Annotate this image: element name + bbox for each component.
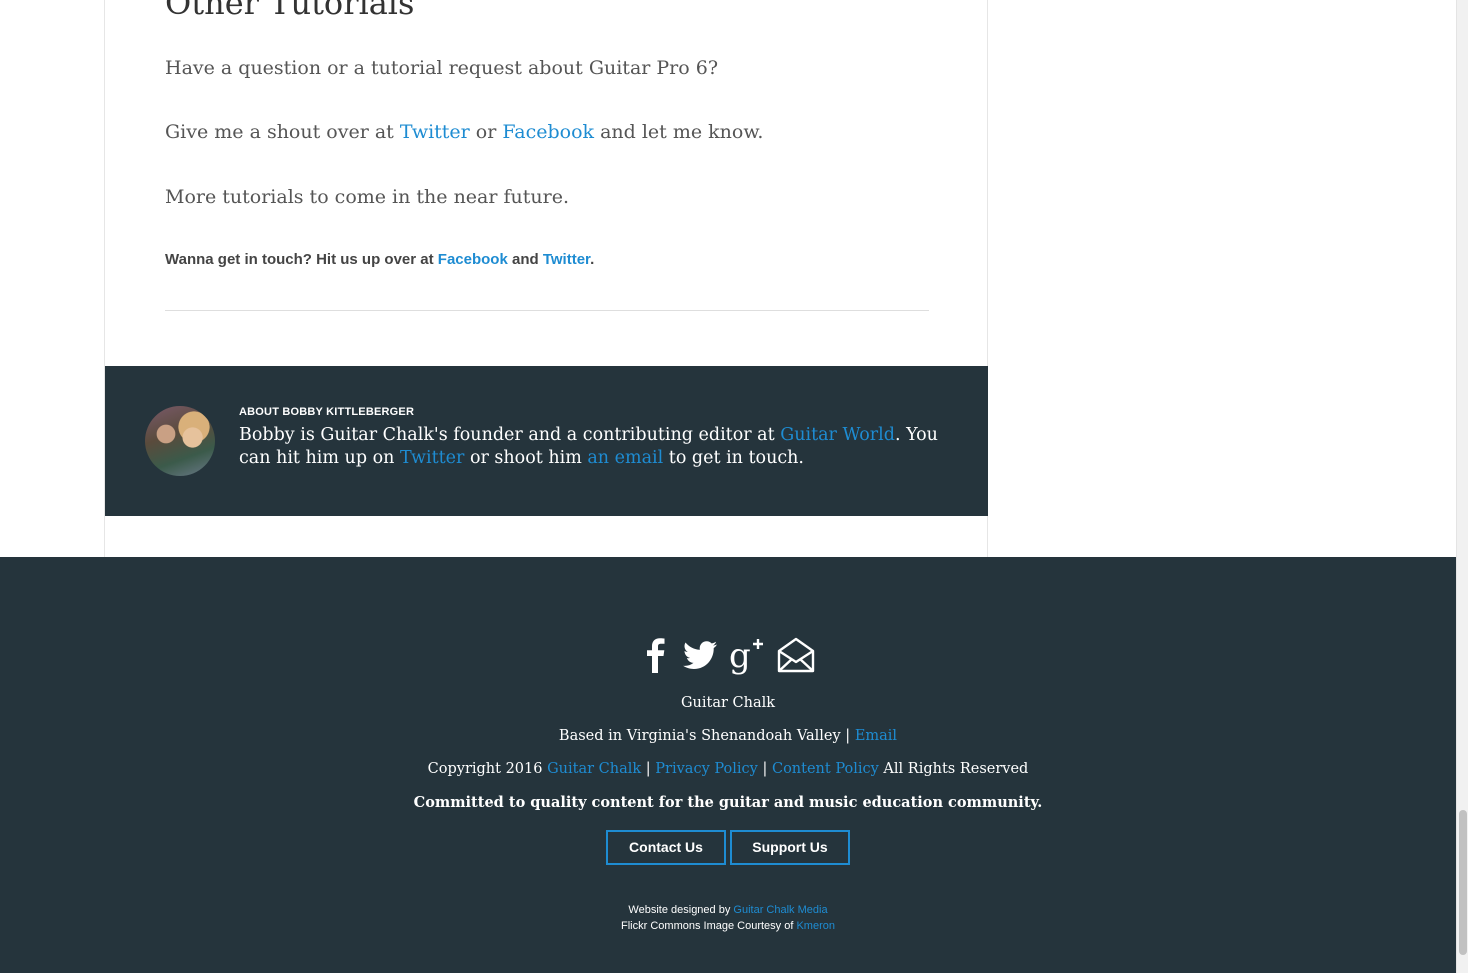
design-credit: Website designed by Guitar Chalk Media [628,904,828,916]
footer-email-link[interactable]: Email [855,728,897,744]
content-policy-link[interactable]: Content Policy [772,761,879,777]
contact-us-button[interactable]: Contact Us [606,830,726,865]
touch-twitter-link[interactable]: Twitter [543,251,590,268]
footer-site-name: Guitar Chalk [680,695,776,711]
touch-facebook-link[interactable]: Facebook [438,251,508,268]
twitter-link[interactable]: Twitter [400,121,470,143]
google-plus-icon[interactable]: g [728,635,768,675]
flickr-credit-link[interactable]: Kmeron [796,920,835,932]
article-paragraph-more: More tutorials to come in the near futur… [165,186,570,208]
author-twitter-link[interactable]: Twitter [400,448,464,468]
footer-tagline: Committed to quality content for the gui… [413,794,1043,811]
twitter-icon[interactable] [680,635,720,675]
article-card: Other Tutorials Have a question or a tut… [104,0,988,557]
email-icon[interactable] [776,635,816,675]
footer-buttons: Contact Us Support Us [606,830,856,865]
author-avatar [145,406,215,476]
article-paragraph-question: Have a question or a tutorial request ab… [165,57,719,79]
author-email-link[interactable]: an email [587,448,663,468]
get-in-touch-line: Wanna get in touch? Hit us up over at Fa… [165,251,595,268]
footer-location: Based in Virginia's Shenandoah Valley | … [558,728,898,744]
article-paragraph-shout: Give me a shout over at Twitter or Faceb… [165,121,764,143]
designer-link[interactable]: Guitar Chalk Media [733,904,827,916]
author-bio: Bobby is Guitar Chalk's founder and a co… [239,425,938,468]
privacy-policy-link[interactable]: Privacy Policy [655,761,758,777]
guitar-world-link[interactable]: Guitar World [780,425,895,445]
scrollbar-thumb[interactable] [1459,810,1467,955]
facebook-icon[interactable] [636,635,676,675]
social-icons: g [636,635,820,675]
section-heading: Other Tutorials [165,0,415,22]
facebook-link[interactable]: Facebook [502,121,594,143]
author-label: ABOUT BOBBY KITTLEBERGER [239,406,415,418]
author-box: ABOUT BOBBY KITTLEBERGER Bobby is Guitar… [105,366,988,516]
support-us-button[interactable]: Support Us [730,830,850,865]
divider [165,310,929,311]
footer-home-link[interactable]: Guitar Chalk [547,761,641,777]
image-credit: Flickr Commons Image Courtesy of Kmeron [621,920,835,932]
svg-text:g: g [729,636,751,675]
footer-copyright: Copyright 2016 Guitar Chalk | Privacy Po… [427,761,1029,777]
page-scrollbar[interactable] [1456,0,1468,973]
site-footer: g Guitar Chalk Based in Virginia's Shena… [0,557,1456,973]
